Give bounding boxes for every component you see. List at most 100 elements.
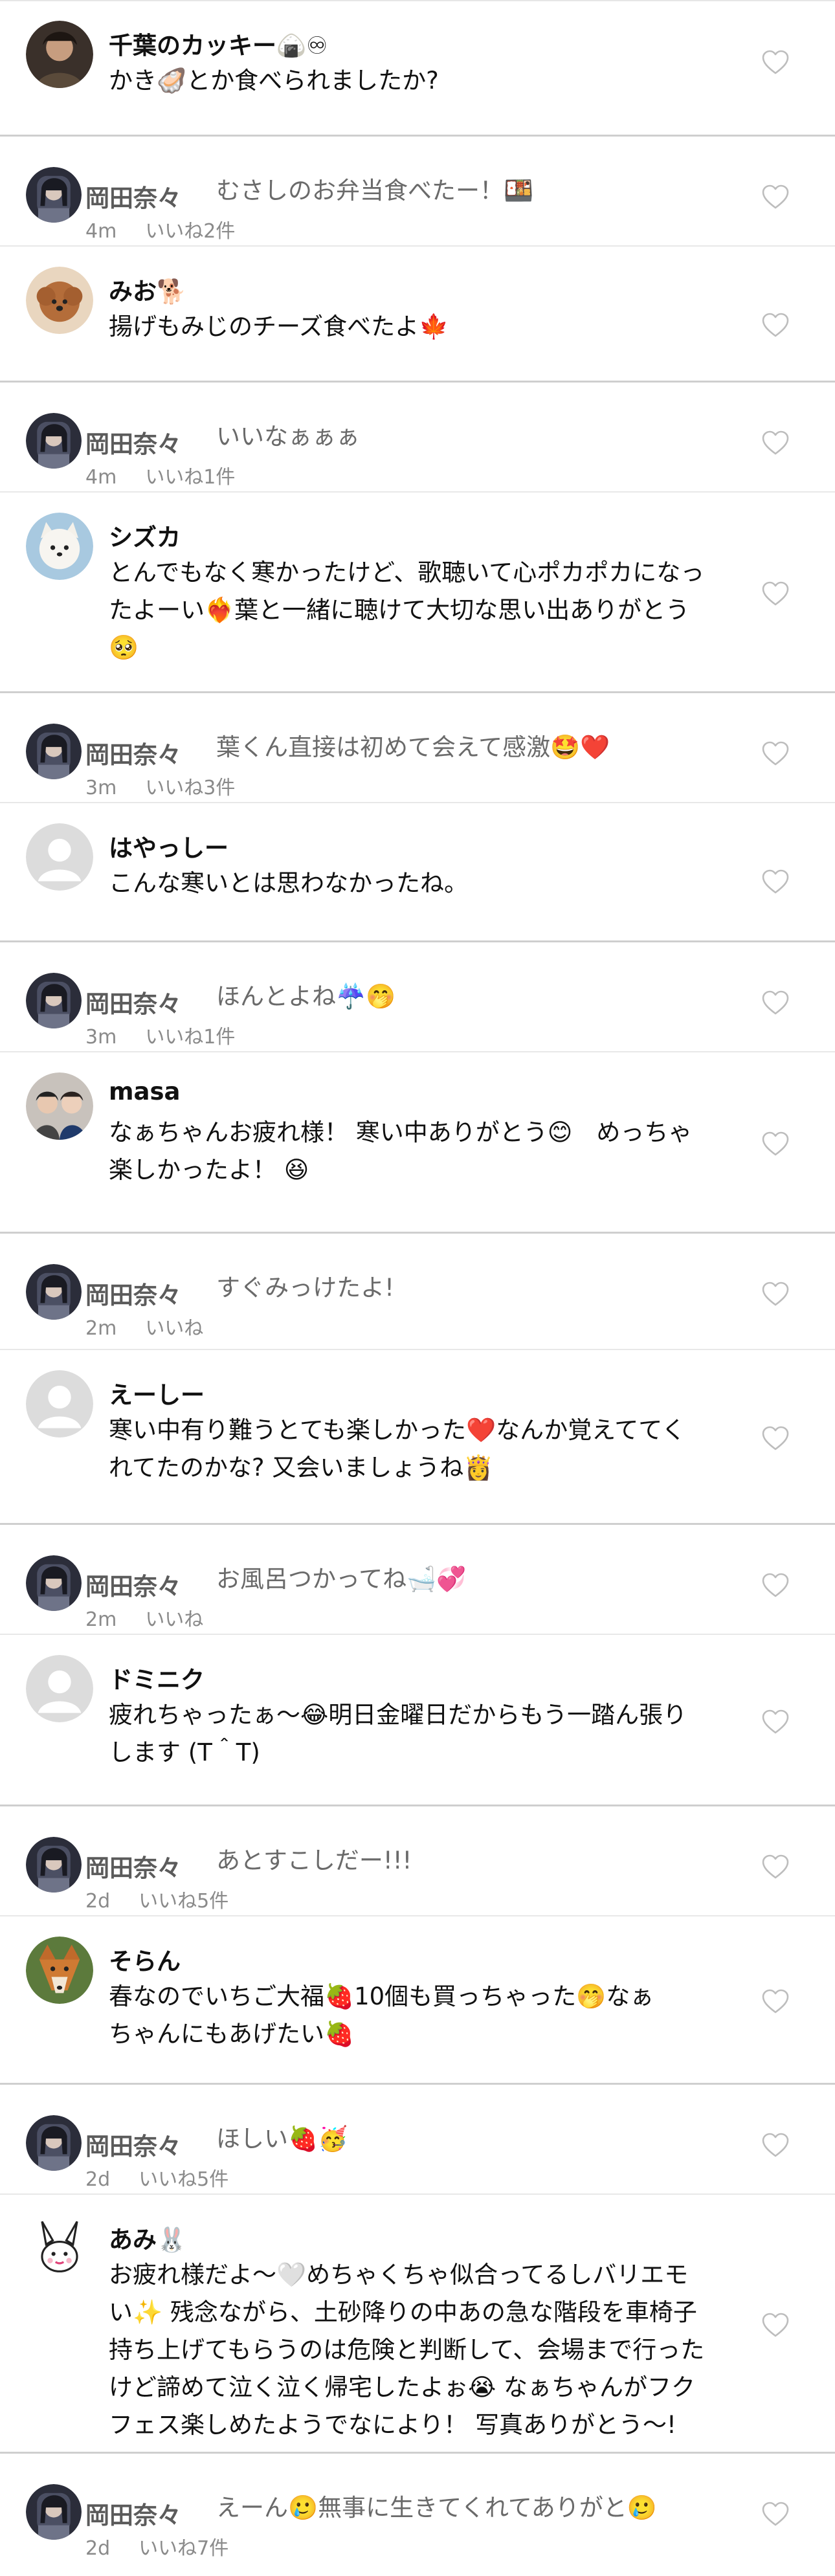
heart-outline-icon[interactable] bbox=[761, 1854, 790, 1880]
comment-timestamp: 3m bbox=[85, 1026, 117, 1049]
like-count-link[interactable]: いいね bbox=[145, 1312, 203, 1340]
heart-outline-icon[interactable] bbox=[761, 740, 790, 766]
comment-text-line: 春なのでいちご大福🍓10個も買っちゃった🤭なぁ bbox=[109, 1982, 654, 2010]
heart-outline-icon[interactable] bbox=[761, 990, 790, 1016]
comment: シズカ とんでもなく寒かったけど、歌聴いて心ポカポカになっ たよーい❤️‍🔥葉と一緒… bbox=[0, 492, 835, 693]
heart-outline-icon[interactable] bbox=[761, 581, 790, 606]
avatar[interactable] bbox=[26, 2215, 93, 2282]
comment-text-line: れてたのかな? 又会いましょうね👸 bbox=[109, 1454, 494, 1482]
comment: そらん春なのでいちご大福🍓10個も買っちゃった🤭なぁ ちゃんにもあげたい🍓 bbox=[0, 1916, 835, 2084]
comment-text: むさしのお弁当食べたー！🍱 bbox=[216, 177, 534, 205]
heart-outline-icon[interactable] bbox=[761, 869, 790, 894]
comment-author[interactable]: 岡田奈々 bbox=[85, 2496, 181, 2531]
avatar[interactable] bbox=[26, 1555, 82, 1611]
comment-text-line: ちゃんにもあげたい🍓 bbox=[109, 2020, 355, 2048]
comment: ドミニク 疲れちゃったぁ～😂明日金曜日だからもう一踏ん張り します (T＾T) bbox=[0, 1634, 835, 1806]
comment-text: いいなぁぁぁ bbox=[216, 423, 360, 450]
comment-author[interactable]: みお🐕 bbox=[109, 272, 186, 307]
comment: みお🐕 揚げもみじのチーズ食べたよ🍁 bbox=[0, 246, 835, 382]
comment-author[interactable]: masa bbox=[109, 1078, 181, 1105]
comment-meta: 2d いいね5件 bbox=[85, 2163, 257, 2192]
avatar[interactable] bbox=[26, 973, 82, 1028]
comment-text: お風呂つかってね🛁💞 bbox=[216, 1565, 467, 1593]
heart-outline-icon[interactable] bbox=[761, 312, 790, 338]
heart-outline-icon[interactable] bbox=[761, 2501, 790, 2527]
comment-author[interactable]: はやっしー bbox=[109, 828, 228, 863]
comment-author[interactable]: ドミニク bbox=[109, 1660, 205, 1695]
comment-author[interactable]: 岡田奈々 bbox=[85, 425, 181, 460]
heart-outline-icon[interactable] bbox=[761, 49, 790, 75]
comment-text-line: 疲れちゃったぁ～😂明日金曜日だからもう一踏ん張り bbox=[109, 1701, 687, 1729]
comment-author[interactable]: 岡田奈々 bbox=[85, 735, 181, 770]
heart-outline-icon[interactable] bbox=[761, 1572, 790, 1598]
heart-outline-icon[interactable] bbox=[761, 430, 790, 456]
avatar[interactable] bbox=[26, 267, 93, 334]
comment-author[interactable]: 岡田奈々 bbox=[85, 1567, 181, 1602]
comment-author[interactable]: 岡田奈々 bbox=[85, 1276, 181, 1311]
comment-text-line: 🥺 bbox=[109, 634, 139, 661]
heart-outline-icon[interactable] bbox=[761, 1709, 790, 1735]
like-count-link[interactable]: いいね5件 bbox=[139, 1885, 228, 1913]
like-count-link[interactable]: いいね1件 bbox=[145, 461, 235, 489]
comment-text-line: とんでもなく寒かったけど、歌聴いて心ポカポカになっ bbox=[109, 559, 705, 586]
comment-text-line: 持ち上げてもらうのは危険と判断して、会場まで行った bbox=[109, 2336, 705, 2364]
avatar[interactable] bbox=[26, 2484, 82, 2540]
reply-comment: 岡田奈々 ほんとよね☔️🤭 3m いいね1件 bbox=[0, 942, 835, 1052]
comment-meta: 2d いいね5件 bbox=[85, 1885, 257, 1913]
comment-author[interactable]: そらん bbox=[109, 1942, 181, 1977]
comment-author[interactable]: 岡田奈々 bbox=[85, 1849, 181, 1883]
comment-meta: 4m いいね2件 bbox=[85, 215, 263, 243]
avatar[interactable] bbox=[26, 2115, 82, 2171]
heart-outline-icon[interactable] bbox=[761, 184, 790, 210]
heart-outline-icon[interactable] bbox=[761, 2132, 790, 2158]
comment-text: ほんとよね☔️🤭 bbox=[216, 983, 396, 1010]
avatar[interactable] bbox=[26, 167, 82, 223]
like-count-link[interactable]: いいね1件 bbox=[145, 1021, 235, 1049]
comment-meta: 3m いいね3件 bbox=[85, 772, 263, 800]
comment-author[interactable]: 千葉のカッキー🍙♾ bbox=[109, 26, 328, 61]
comment-meta: 4m いいね1件 bbox=[85, 461, 263, 489]
avatar[interactable] bbox=[26, 21, 93, 88]
avatar[interactable] bbox=[26, 413, 82, 469]
like-count-link[interactable]: いいね2件 bbox=[145, 215, 235, 243]
avatar[interactable] bbox=[26, 1837, 82, 1893]
reply-comment: 岡田奈々 ほしい🍓🥳 2d いいね5件 bbox=[0, 2084, 835, 2194]
comment-timestamp: 2d bbox=[85, 2537, 111, 2560]
comment-text-line: こんな寒いとは思わなかったね。 bbox=[109, 869, 468, 897]
comment-meta: 2m いいね bbox=[85, 1603, 232, 1632]
reply-comment: 岡田奈々 お風呂つかってね🛁💞 2m いいね bbox=[0, 1524, 835, 1634]
comment-author[interactable]: シズカ bbox=[109, 518, 181, 553]
comment-author[interactable]: あみ🐰 bbox=[109, 2220, 186, 2255]
heart-outline-icon[interactable] bbox=[761, 1988, 790, 2014]
default-avatar-icon[interactable] bbox=[26, 823, 93, 891]
like-count-link[interactable]: いいね7件 bbox=[139, 2532, 228, 2560]
avatar[interactable] bbox=[26, 1264, 82, 1320]
comment-author[interactable]: えーしー bbox=[109, 1375, 205, 1410]
heart-outline-icon[interactable] bbox=[761, 2312, 790, 2338]
avatar[interactable] bbox=[26, 513, 93, 580]
comment-author[interactable]: 岡田奈々 bbox=[85, 2127, 181, 2162]
comment-text-line: なぁちゃんお疲れ様！ 寒い中ありがとう😊 めっちゃ bbox=[109, 1118, 693, 1146]
avatar[interactable] bbox=[26, 724, 82, 779]
comment-meta: 2d いいね7件 bbox=[85, 2532, 257, 2560]
comment-author[interactable]: 岡田奈々 bbox=[85, 984, 181, 1019]
comment-timestamp: 2d bbox=[85, 2168, 111, 2191]
avatar[interactable] bbox=[26, 1072, 93, 1140]
like-count-link[interactable]: いいね bbox=[145, 1603, 203, 1632]
comment-text: ほしい🍓🥳 bbox=[216, 2125, 348, 2153]
like-count-link[interactable]: いいね3件 bbox=[145, 772, 235, 800]
default-avatar-icon[interactable] bbox=[26, 1370, 93, 1438]
like-count-link[interactable]: いいね5件 bbox=[139, 2163, 228, 2192]
heart-outline-icon[interactable] bbox=[761, 1281, 790, 1307]
comment-text-line: い✨ 残念ながら、土砂降りの中あの急な階段を車椅子 bbox=[109, 2298, 697, 2326]
heart-outline-icon[interactable] bbox=[761, 1425, 790, 1451]
avatar[interactable] bbox=[26, 1937, 93, 2004]
reply-comment: 岡田奈々 あとすこしだー!!! 2d いいね5件 bbox=[0, 1806, 835, 1916]
comment-timestamp: 2m bbox=[85, 1317, 117, 1340]
reply-comment: 岡田奈々 葉くん直接は初めて会えて感激🤩❤️ 3m いいね3件 bbox=[0, 693, 835, 803]
heart-outline-icon[interactable] bbox=[761, 1131, 790, 1157]
comment-meta: 3m いいね1件 bbox=[85, 1021, 263, 1049]
comment-author[interactable]: 岡田奈々 bbox=[85, 179, 181, 214]
default-avatar-icon[interactable] bbox=[26, 1655, 93, 1722]
reply-comment: 岡田奈々 すぐみっけたよ! 2m いいね bbox=[0, 1233, 835, 1349]
